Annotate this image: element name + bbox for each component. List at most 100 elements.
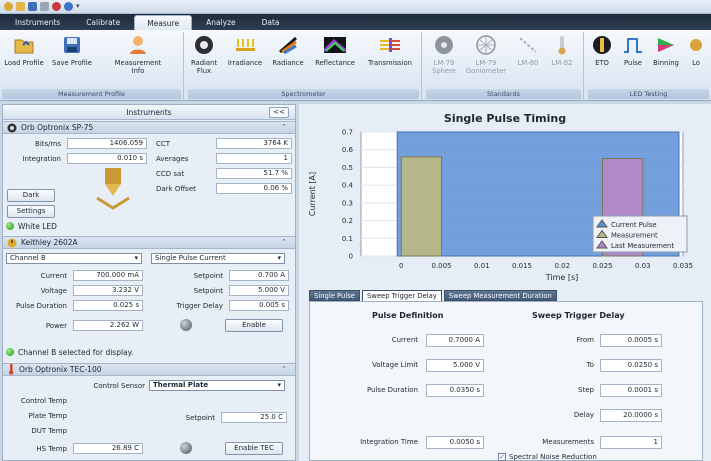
tab-calibrate[interactable]: Calibrate — [74, 15, 132, 30]
bits-label: Bits/ms — [35, 139, 61, 148]
group-label-measurement-profile: Measurement Profile — [2, 89, 181, 99]
lo-button[interactable]: Lo — [684, 34, 708, 67]
tec-setpoint-value[interactable]: 25.0 C — [221, 412, 287, 423]
dark-button[interactable]: Dark — [7, 189, 55, 202]
spectrometer-icon — [7, 123, 17, 132]
control-sensor-select[interactable]: Thermal Plate — [149, 380, 285, 391]
tab-sweep-measurement-duration[interactable]: Sweep Measurement Duration — [443, 290, 557, 301]
tab-analyze[interactable]: Analyze — [194, 15, 248, 30]
title-bar: ▾ — [0, 0, 711, 14]
lm82-button[interactable]: LM-82 — [546, 34, 578, 67]
tab-data[interactable]: Data — [250, 15, 292, 30]
tec-setpoint-label: Setpoint — [185, 413, 215, 422]
sweep-pulse-duration-label: Pulse Duration — [366, 386, 418, 394]
binning-button[interactable]: Binning — [650, 34, 682, 67]
tab-instruments[interactable]: Instruments — [3, 15, 72, 30]
group-led-testing: ETO Pulse Binning Lo LED Testing — [586, 32, 711, 99]
step-input[interactable]: 0.0001 s — [600, 384, 662, 397]
cct-label: CCT — [156, 139, 171, 148]
transmission-icon — [379, 34, 401, 56]
pulse-button[interactable]: Pulse — [618, 34, 648, 67]
spectral-noise-checkbox[interactable]: ✓ — [498, 453, 506, 461]
voltage-limit-input[interactable]: 5.000 V — [426, 359, 484, 372]
collapse-panel-button[interactable]: << — [269, 107, 289, 118]
dropdown-icon[interactable]: ▾ — [76, 2, 85, 11]
save-icon[interactable] — [28, 2, 37, 11]
power-label: Power — [45, 321, 67, 330]
group-label-standards: Standards — [426, 89, 581, 99]
trigger-delay-value[interactable]: 0.005 s — [229, 300, 289, 311]
to-input[interactable]: 0.0250 s — [600, 359, 662, 372]
reflectance-button[interactable]: Reflectance — [310, 34, 360, 67]
bits-row: Bits/ms 1406.059 — [3, 138, 147, 149]
ccd-label: CCD sat — [156, 169, 185, 178]
from-input[interactable]: 0.0005 s — [600, 334, 662, 347]
transmission-button[interactable]: Transmission — [362, 34, 418, 67]
channel-select[interactable]: Channel B — [6, 253, 142, 264]
group-measurement-profile: Load Profile Save Profile Measurement In… — [0, 32, 184, 99]
irradiance-button[interactable]: Irradiance — [224, 34, 266, 67]
from-label: From — [576, 336, 594, 344]
pulse-timing-chart: 0 0.1 0.2 0.3 0.4 0.5 0.6 0.7 0 0.005 0.01 0.015 0.0… — [308, 129, 693, 283]
pulse-duration-value[interactable]: 0.025 s — [73, 300, 143, 311]
x-tick-label: 0.035 — [673, 262, 693, 270]
y-tick-label: 0.5 — [342, 164, 353, 172]
cct-row: CCT 3764 K — [156, 138, 292, 149]
control-sensor-label: Control Sensor — [93, 381, 145, 390]
tab-single-pulse[interactable]: Single Pulse — [309, 290, 360, 301]
enable-output-button[interactable]: Enable — [225, 319, 283, 332]
setpoint-current-value[interactable]: 0.700 A — [229, 270, 289, 281]
pulse-mode-select[interactable]: Single Pulse Current — [151, 253, 285, 264]
help-icon[interactable] — [64, 2, 73, 11]
keithley-section-header[interactable]: Keithley 2602A ⌃ — [3, 236, 295, 249]
lm79-sphere-button[interactable]: LM-79 Sphere — [426, 34, 462, 75]
pulse-icon — [622, 34, 644, 56]
step-label: Step — [578, 386, 594, 394]
cct-value: 3764 K — [216, 138, 292, 149]
measurements-input[interactable]: 1 — [600, 436, 662, 449]
voltage-row: Voltage 3.232 V — [3, 285, 143, 296]
averages-value[interactable]: 1 — [216, 153, 292, 164]
sweep-pulse-duration-input[interactable]: 0.0350 s — [426, 384, 484, 397]
app-icon[interactable] — [4, 2, 13, 11]
radiant-flux-label: Radiant Flux — [190, 59, 218, 75]
group-spectrometer: Radiant Flux Irradiance Radiance Reflect… — [186, 32, 422, 99]
enable-tec-button[interactable]: Enable TEC — [225, 442, 283, 455]
close-icon[interactable] — [52, 2, 61, 11]
white-led-status: White LED — [3, 220, 57, 232]
collapse-chevron-icon[interactable]: ⌃ — [281, 123, 287, 131]
load-profile-button[interactable]: Load Profile — [2, 34, 46, 67]
folder-icon[interactable] — [16, 2, 25, 11]
transmission-label: Transmission — [368, 59, 412, 67]
voltage-limit-label: Voltage Limit — [372, 361, 418, 369]
radiant-flux-button[interactable]: Radiant Flux — [186, 34, 222, 75]
current-label: Current — [40, 271, 67, 280]
irradiance-icon — [234, 34, 256, 56]
integration-time-label: Integration Time — [360, 438, 418, 446]
integration-time-input[interactable]: 0.0050 s — [426, 436, 484, 449]
setpoint-voltage-value[interactable]: 5.000 V — [229, 285, 289, 296]
lm82-label: LM-82 — [551, 59, 573, 67]
integration-value[interactable]: 0.010 s — [67, 153, 147, 164]
delay-input[interactable]: 20.0000 s — [600, 409, 662, 422]
x-tick-label: 0.02 — [554, 262, 570, 270]
lm80-button[interactable]: LM-80 — [512, 34, 544, 67]
tab-measure[interactable]: Measure — [134, 15, 193, 30]
eto-button[interactable]: ETO — [588, 34, 616, 67]
radiance-button[interactable]: Radiance — [268, 34, 308, 67]
collapse-chevron-icon[interactable]: ⌃ — [281, 238, 287, 246]
print-icon[interactable] — [40, 2, 49, 11]
save-profile-button[interactable]: Save Profile — [48, 34, 96, 67]
power-value: 2.262 W — [73, 320, 143, 331]
voltage-value: 3.232 V — [73, 285, 143, 296]
tec-section-header[interactable]: Orb Optronix TEC-100 ⌃ — [3, 363, 295, 376]
lm79-goniometer-button[interactable]: LM-79 Goniometer — [464, 34, 508, 75]
collapse-chevron-icon[interactable]: ⌃ — [281, 365, 287, 373]
setpoint-current-label: Setpoint — [193, 271, 223, 280]
measurement-info-button[interactable]: Measurement Info — [98, 34, 178, 75]
pulse-current-input[interactable]: 0.7000 A — [426, 334, 484, 347]
settings-button[interactable]: Settings — [7, 205, 55, 218]
group-label-led-testing: LED Testing — [588, 89, 709, 99]
legend-entry: Current Pulse — [611, 221, 657, 229]
spectrometer-section-header[interactable]: Orb Optronix SP-75 ⌃ — [3, 121, 295, 134]
